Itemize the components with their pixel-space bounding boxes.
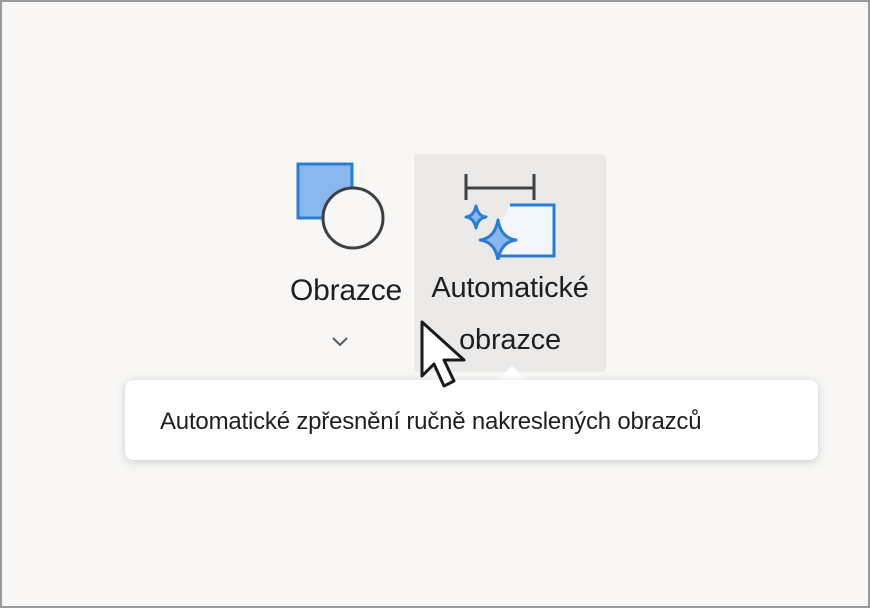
auto-shapes-label-line1: Automatické <box>431 272 589 304</box>
app-window: Obrazce Automatické obrazce Automatické … <box>0 0 870 608</box>
mouse-pointer-icon <box>420 320 466 388</box>
tooltip-pointer <box>498 365 526 381</box>
chevron-down-icon[interactable] <box>331 334 349 348</box>
shapes-icon <box>296 162 385 250</box>
tooltip: Automatické zpřesnění ručně nakreslených… <box>125 380 818 460</box>
shapes-button[interactable]: Obrazce <box>280 154 412 366</box>
auto-shapes-icon <box>464 174 556 260</box>
tooltip-text: Automatické zpřesnění ručně nakreslených… <box>160 408 702 435</box>
shapes-label: Obrazce <box>290 274 402 307</box>
